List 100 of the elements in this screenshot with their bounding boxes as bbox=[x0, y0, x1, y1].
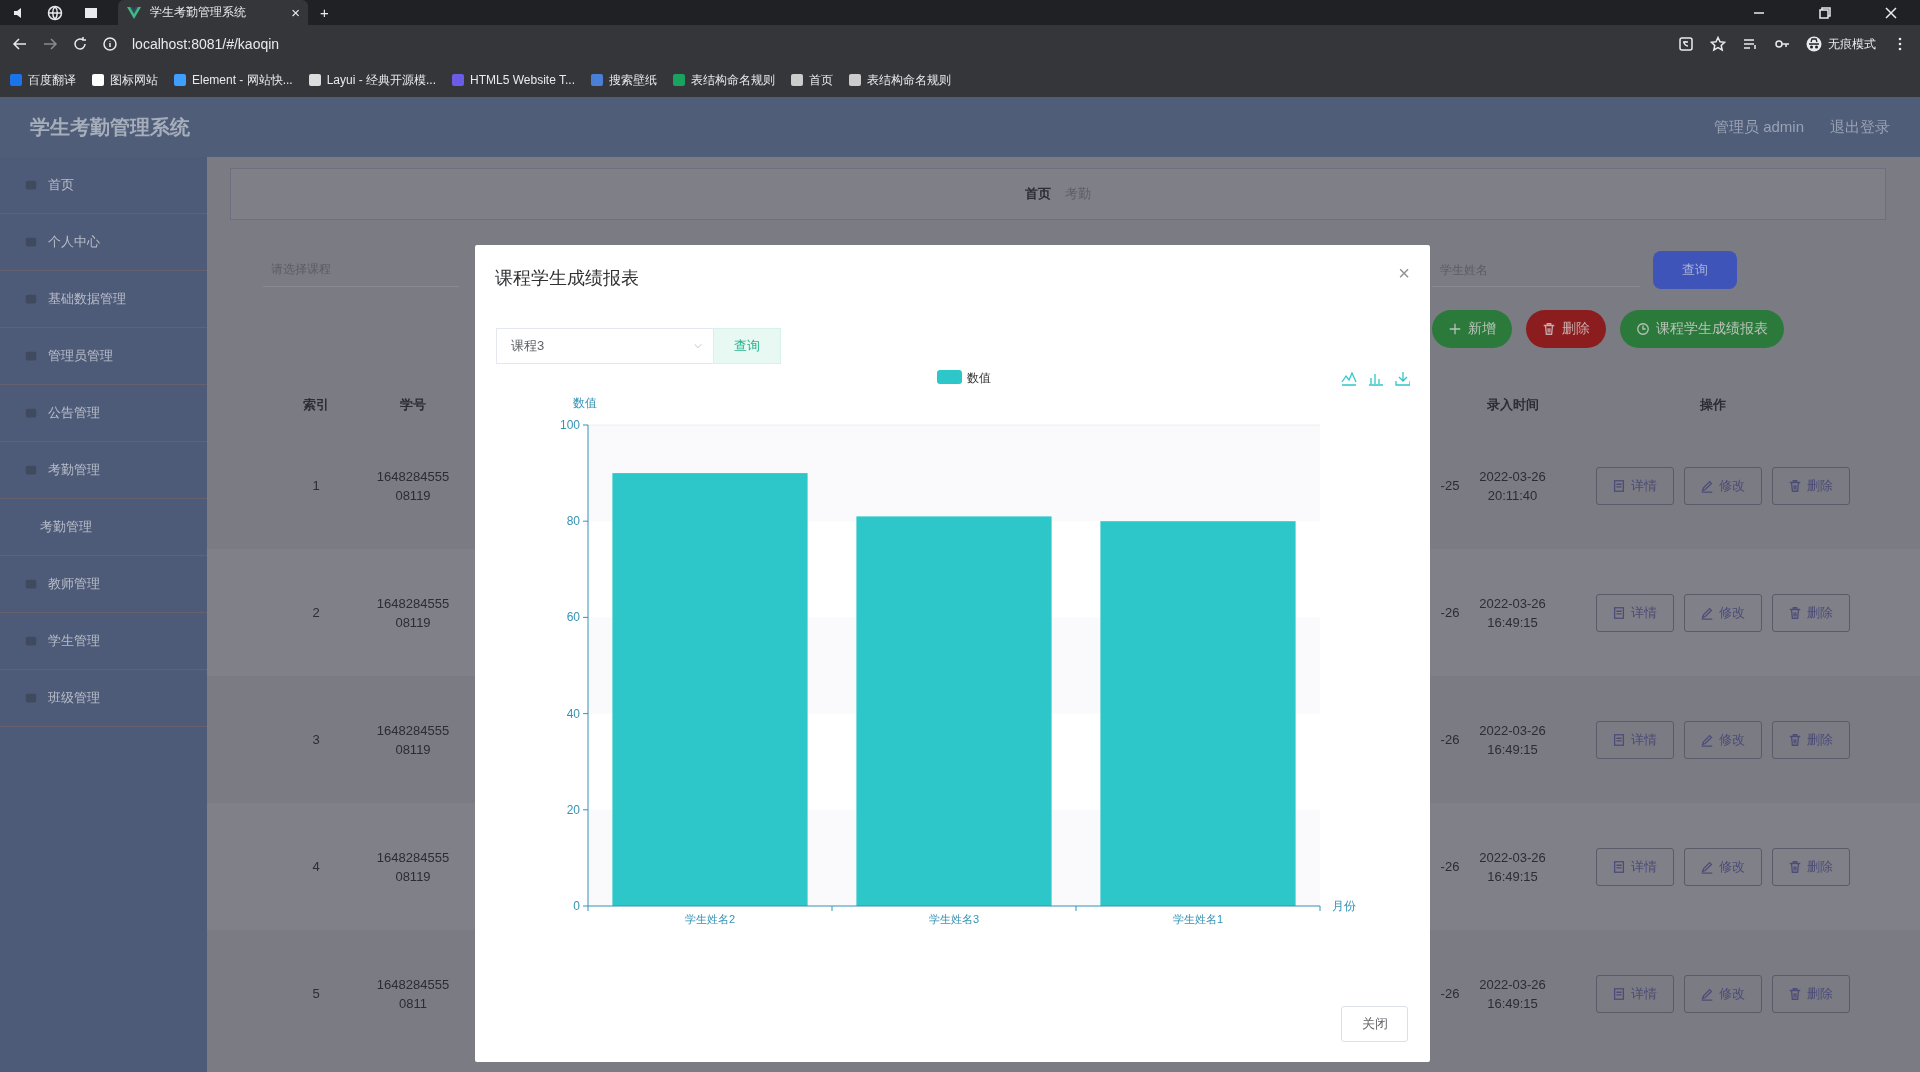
tick-label: 20 bbox=[566, 802, 580, 817]
menu-item-icon bbox=[24, 178, 38, 192]
sidebar-item[interactable]: 基础数据管理 bbox=[0, 271, 207, 328]
table-cell-text: 164828455508119 bbox=[376, 848, 450, 886]
query-button[interactable]: 查询 bbox=[713, 328, 781, 364]
close-button[interactable]: × bbox=[1398, 261, 1410, 285]
trash-icon bbox=[1788, 478, 1802, 493]
bookmark[interactable]: 表结构命名规则 bbox=[673, 71, 775, 89]
trash-icon bbox=[1788, 986, 1802, 1001]
playlist-icon[interactable] bbox=[1742, 36, 1758, 52]
column-header[interactable]: 索引 bbox=[303, 396, 329, 414]
back-icon[interactable] bbox=[12, 36, 28, 52]
table-cell-text: 2022-03-26 16:49:15 bbox=[1478, 594, 1547, 632]
menu-item-icon bbox=[24, 634, 38, 648]
logout-link[interactable]: 退出登录 bbox=[1830, 117, 1890, 137]
table-cell: 2 bbox=[312, 605, 320, 620]
bookmark[interactable]: 表结构命名规则 bbox=[849, 71, 951, 89]
table-cell: 1 bbox=[312, 478, 320, 493]
address-field[interactable]: localhost:8081/#/kaoqin bbox=[132, 36, 280, 52]
course-select[interactable]: 课程3 bbox=[496, 328, 713, 364]
document-icon bbox=[1612, 986, 1626, 1001]
sidebar-item[interactable]: 公告管理 bbox=[0, 385, 207, 442]
pencil-icon bbox=[1700, 605, 1714, 620]
document-icon bbox=[1612, 478, 1626, 493]
action-button[interactable]: 课程学生成绩报表 bbox=[1620, 310, 1784, 348]
sidebar-item[interactable]: 个人中心 bbox=[0, 214, 207, 271]
menu-item-icon bbox=[24, 577, 38, 591]
document-icon bbox=[1612, 732, 1626, 747]
table-cell: 3 bbox=[312, 732, 320, 747]
clock-icon bbox=[1636, 322, 1650, 336]
menu-item-icon bbox=[24, 463, 38, 477]
table-cell-text: 2022-03-26 20:11:40 bbox=[1478, 467, 1547, 505]
app-title: 学生考勤管理系统 bbox=[30, 114, 190, 140]
forward-icon[interactable] bbox=[42, 36, 58, 52]
star-icon[interactable] bbox=[1710, 36, 1726, 52]
trash-icon bbox=[1788, 859, 1802, 874]
pencil-icon bbox=[1700, 478, 1714, 493]
action-button[interactable]: 删除 bbox=[1526, 310, 1606, 348]
table-cell: -25 bbox=[1440, 478, 1460, 493]
tick-label: 60 bbox=[566, 610, 580, 625]
search-button[interactable]: 查询 bbox=[1653, 251, 1737, 289]
table-cell: -26 bbox=[1440, 732, 1460, 747]
close-button[interactable]: 关闭 bbox=[1341, 1006, 1408, 1042]
tick-label: 40 bbox=[566, 706, 580, 721]
restore-icon[interactable] bbox=[1817, 4, 1833, 21]
menu-item-icon bbox=[24, 406, 38, 420]
axis-title: 月份 bbox=[1332, 899, 1356, 913]
table-cell-text: 164828455508119 bbox=[376, 721, 450, 759]
globe-icon[interactable] bbox=[47, 4, 63, 21]
bookmark[interactable]: 首页 bbox=[791, 71, 833, 89]
column-header[interactable]: 录入时间 bbox=[1486, 396, 1539, 414]
tick-label: 0 bbox=[573, 899, 580, 913]
trash-icon bbox=[1788, 732, 1802, 747]
v-logo-icon bbox=[126, 4, 142, 21]
category-label: 学生姓名2 bbox=[684, 913, 736, 925]
incognito-icon[interactable] bbox=[1806, 36, 1822, 52]
browser-tab[interactable]: 学生考勤管理系统 × bbox=[118, 0, 308, 25]
column-header[interactable]: 学号 bbox=[400, 396, 426, 414]
table-cell-text: 2022-03-26 16:49:15 bbox=[1478, 721, 1547, 759]
table-cell: -26 bbox=[1440, 859, 1460, 874]
action-button[interactable]: 新增 bbox=[1432, 310, 1512, 348]
legend-label: 数值 bbox=[967, 371, 991, 385]
new-tab-button[interactable]: + bbox=[320, 4, 329, 21]
info-icon[interactable] bbox=[102, 36, 118, 52]
category-label: 学生姓名3 bbox=[928, 913, 980, 925]
trash-icon bbox=[1542, 322, 1556, 336]
bookmark[interactable]: Element - 网站快... bbox=[174, 71, 293, 89]
menu-item-icon bbox=[24, 292, 38, 306]
dialog-title: 课程学生成绩报表 bbox=[495, 267, 639, 290]
breadcrumb-item[interactable]: 首页 bbox=[1025, 185, 1051, 203]
column-header[interactable]: 操作 bbox=[1699, 396, 1726, 414]
sidebar-subitem[interactable]: 考勤管理 bbox=[0, 499, 207, 556]
table-cell-text: 164828455508119 bbox=[376, 467, 450, 505]
profile-label[interactable]: 无痕模式 bbox=[1828, 35, 1876, 53]
sidebar-item[interactable]: 管理员管理 bbox=[0, 328, 207, 385]
bookmark[interactable]: 图标网站 bbox=[92, 71, 158, 89]
table-cell-text: 164828455508119 bbox=[376, 594, 450, 632]
bookmark[interactable]: 百度翻译 bbox=[10, 71, 76, 89]
sidebar-item[interactable]: 首页 bbox=[0, 157, 207, 214]
tab-title: 学生考勤管理系统 bbox=[150, 4, 247, 21]
tick-label: 80 bbox=[566, 514, 580, 529]
document-icon bbox=[1612, 859, 1626, 874]
sidebar-item[interactable]: 考勤管理 bbox=[0, 442, 207, 499]
table-cell: 4 bbox=[312, 859, 320, 874]
table-cell-text: 2022-03-26 16:49:15 bbox=[1478, 975, 1547, 1013]
plus-icon bbox=[1448, 322, 1462, 336]
document-icon bbox=[1612, 605, 1626, 620]
table-cell: 5 bbox=[312, 986, 320, 1001]
bookmark[interactable]: 搜索壁纸 bbox=[591, 71, 657, 89]
menu-item-icon bbox=[24, 235, 38, 249]
bookmark[interactable]: HTML5 Website T... bbox=[452, 73, 575, 87]
reload-icon[interactable] bbox=[72, 36, 88, 52]
table-cell: -26 bbox=[1440, 986, 1460, 1001]
bookmark[interactable]: Layui - 经典开源模... bbox=[308, 71, 437, 89]
tick-label: 100 bbox=[559, 418, 580, 432]
table-cell-text: 16482845550811 bbox=[376, 975, 450, 1013]
close-icon[interactable]: × bbox=[291, 4, 300, 21]
user-label: 管理员 admin bbox=[1713, 117, 1804, 137]
close-icon[interactable] bbox=[1883, 4, 1899, 21]
sidebar-item[interactable]: 班级管理 bbox=[0, 670, 207, 727]
